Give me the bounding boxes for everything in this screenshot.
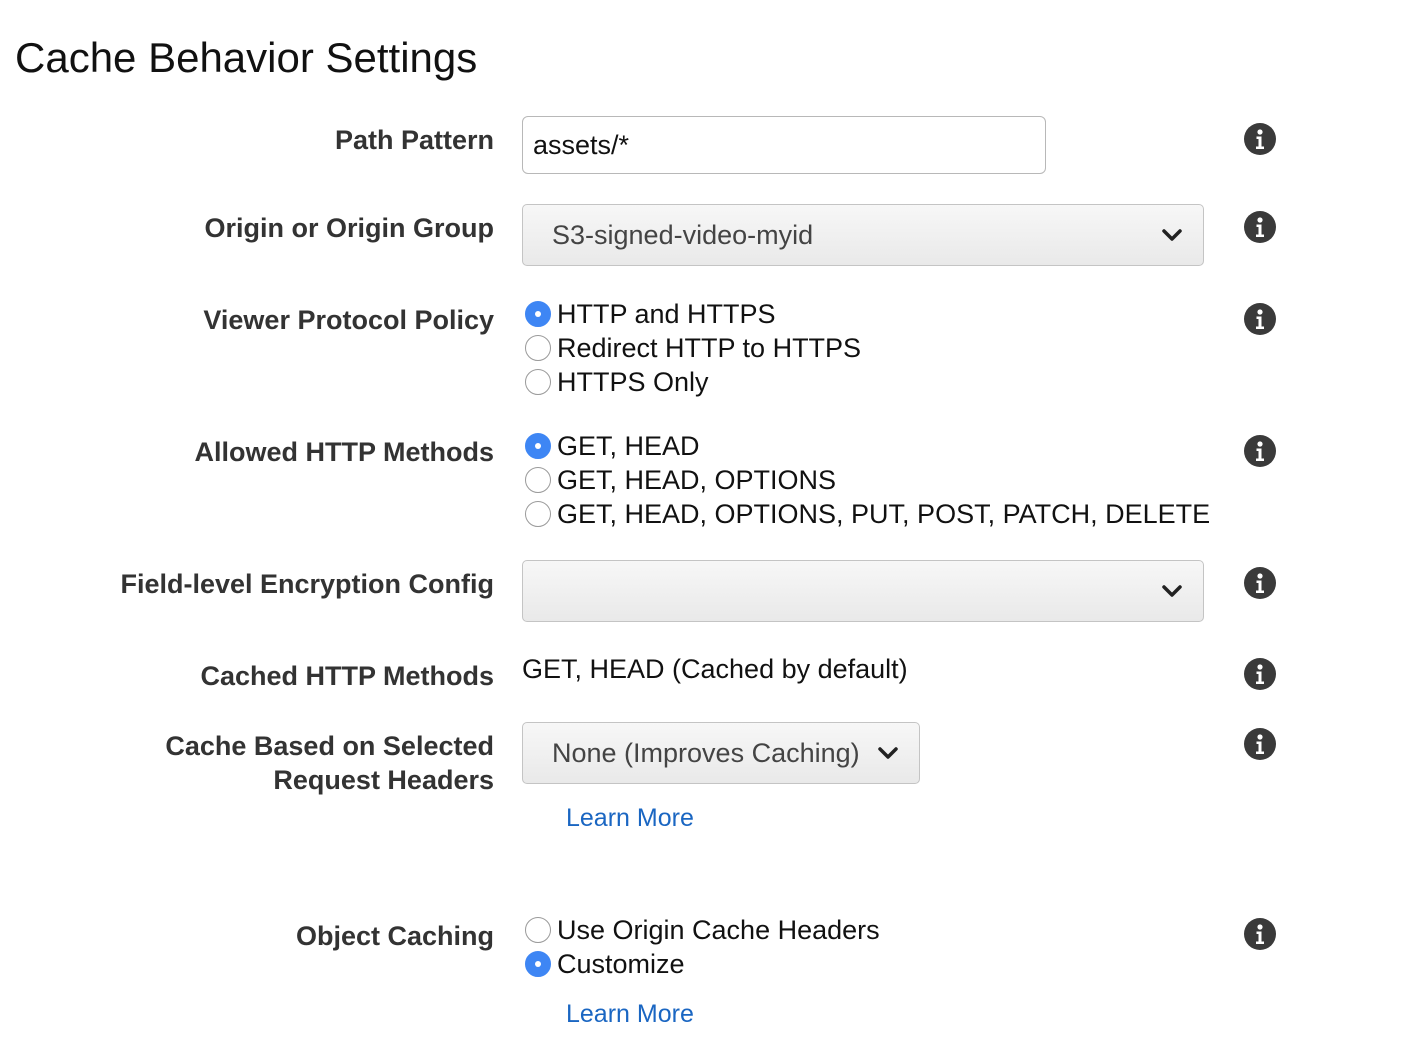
allowed-methods-label: Allowed HTTP Methods	[194, 437, 494, 467]
object-caching-radio-group: Use Origin Cache Headers Customize	[525, 913, 880, 981]
viewer-protocol-radio-group: HTTP and HTTPS Redirect HTTP to HTTPS HT…	[525, 297, 861, 399]
radio-option[interactable]: GET, HEAD, OPTIONS	[525, 463, 1210, 497]
chevron-down-icon	[1162, 229, 1182, 241]
chevron-down-icon	[1162, 585, 1182, 597]
radio-option-label: HTTPS Only	[557, 366, 709, 397]
info-icon[interactable]	[1244, 211, 1276, 243]
origin-select[interactable]: S3-signed-video-myid	[522, 204, 1204, 266]
radio-option[interactable]: HTTPS Only	[525, 365, 861, 399]
field-level-encryption-label: Field-level Encryption Config	[120, 569, 494, 599]
radio-option[interactable]: Customize	[525, 947, 880, 981]
radio-button[interactable]	[525, 917, 551, 943]
radio-button-selected[interactable]	[525, 433, 551, 459]
origin-select-value: S3-signed-video-myid	[552, 219, 814, 250]
radio-button-selected[interactable]	[525, 301, 551, 327]
origin-label: Origin or Origin Group	[204, 213, 495, 243]
path-pattern-input[interactable]	[522, 116, 1046, 174]
radio-button[interactable]	[525, 467, 551, 493]
cache-headers-label-line2: Request Headers	[273, 765, 494, 795]
page-title: Cache Behavior Settings	[15, 34, 478, 81]
info-icon[interactable]	[1244, 567, 1276, 599]
learn-more-link-cache-headers[interactable]: Learn More	[566, 802, 694, 834]
object-caching-label: Object Caching	[295, 921, 494, 951]
viewer-protocol-label: Viewer Protocol Policy	[203, 305, 494, 335]
radio-option[interactable]: GET, HEAD	[525, 429, 1210, 463]
info-icon[interactable]	[1244, 303, 1276, 335]
radio-option-label: GET, HEAD	[557, 430, 700, 461]
radio-button[interactable]	[525, 369, 551, 395]
radio-option-label: HTTP and HTTPS	[557, 298, 776, 329]
radio-option[interactable]: GET, HEAD, OPTIONS, PUT, POST, PATCH, DE…	[525, 497, 1210, 531]
radio-option[interactable]: HTTP and HTTPS	[525, 297, 861, 331]
info-icon[interactable]	[1244, 728, 1276, 760]
learn-more-link-object-caching[interactable]: Learn More	[566, 998, 694, 1030]
radio-option-label: Customize	[557, 948, 685, 979]
radio-button[interactable]	[525, 335, 551, 361]
path-pattern-label: Path Pattern	[334, 125, 494, 155]
cache-headers-label-line1: Cache Based on Selected	[165, 731, 494, 761]
radio-button-selected[interactable]	[525, 951, 551, 977]
info-icon[interactable]	[1244, 123, 1276, 155]
info-icon[interactable]	[1244, 435, 1276, 467]
field-level-encryption-select[interactable]	[522, 560, 1204, 622]
radio-option-label: GET, HEAD, OPTIONS	[557, 464, 837, 495]
radio-option-label: Use Origin Cache Headers	[557, 914, 880, 945]
radio-option[interactable]: Redirect HTTP to HTTPS	[525, 331, 861, 365]
radio-option[interactable]: Use Origin Cache Headers	[525, 913, 880, 947]
cache-headers-select[interactable]: None (Improves Caching)	[522, 722, 920, 784]
info-icon[interactable]	[1244, 658, 1276, 690]
chevron-down-icon	[878, 747, 898, 759]
cached-methods-value: GET, HEAD (Cached by default)	[522, 654, 908, 684]
radio-button[interactable]	[525, 501, 551, 527]
radio-option-label: Redirect HTTP to HTTPS	[557, 332, 862, 363]
cache-headers-select-value: None (Improves Caching)	[552, 737, 860, 768]
cached-methods-label: Cached HTTP Methods	[200, 661, 494, 691]
allowed-methods-radio-group: GET, HEAD GET, HEAD, OPTIONS GET, HEAD, …	[525, 429, 1210, 531]
radio-option-label: GET, HEAD, OPTIONS, PUT, POST, PATCH, DE…	[557, 498, 1211, 529]
info-icon[interactable]	[1244, 918, 1276, 950]
